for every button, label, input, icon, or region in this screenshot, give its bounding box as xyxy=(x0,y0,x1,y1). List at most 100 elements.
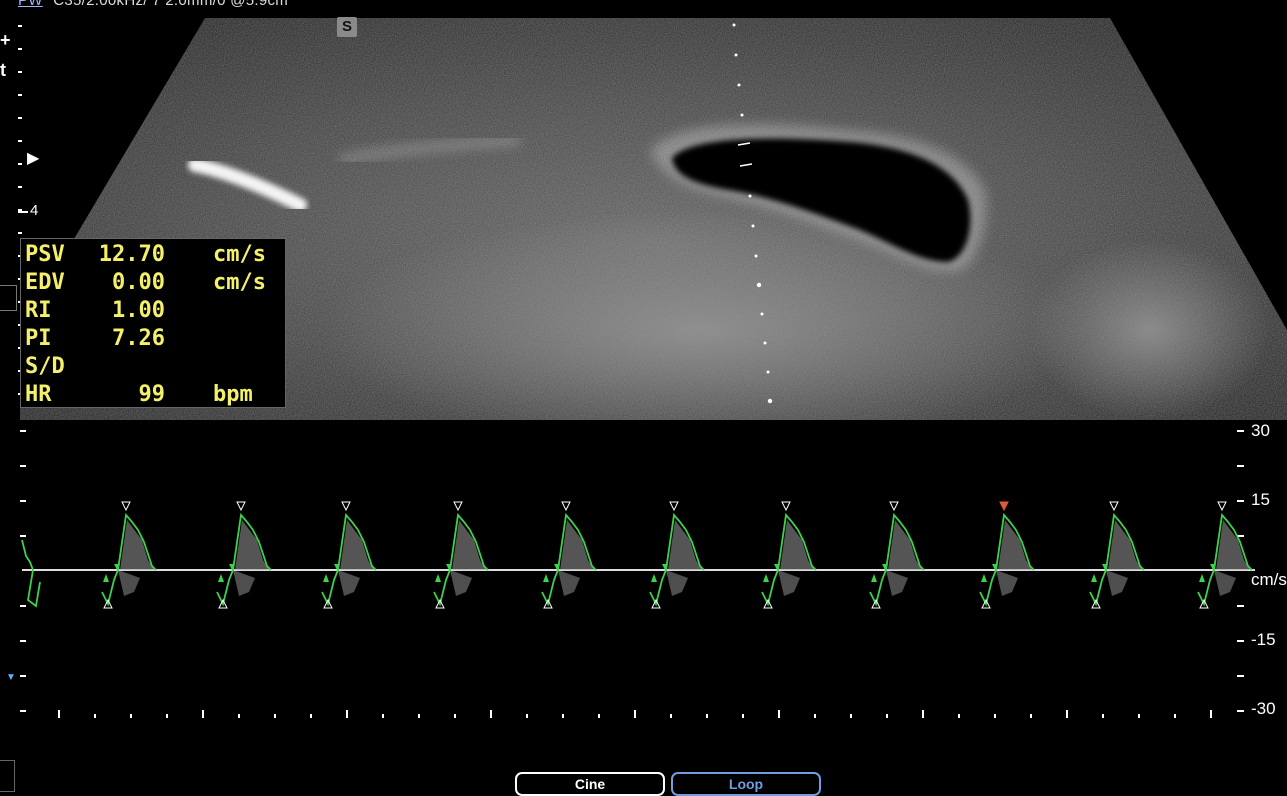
measurement-row: RI 1.00 xyxy=(25,297,285,325)
spectral-fill xyxy=(886,570,908,596)
time-tick xyxy=(1030,714,1032,718)
doppler-tick-marks: ▼ xyxy=(6,430,1244,718)
steer-marker: S xyxy=(337,17,357,37)
right-axis-tick xyxy=(1237,500,1244,502)
doppler-spectrum: ▼ xyxy=(6,430,1255,718)
measurement-unit: cm/s xyxy=(213,242,266,267)
ed-marker-icon xyxy=(103,574,109,582)
left-axis-tick xyxy=(20,605,26,607)
time-tick xyxy=(382,714,384,718)
time-tick xyxy=(1210,710,1212,718)
peak-marker-icon xyxy=(1217,501,1227,512)
ed-marker-icon xyxy=(1091,574,1097,582)
time-tick xyxy=(130,714,132,718)
measurement-unit: bpm xyxy=(213,382,253,407)
spectral-fill xyxy=(450,570,472,596)
peak-marker-icon xyxy=(236,501,246,512)
depth-tick xyxy=(18,186,22,188)
ed-marker-icon xyxy=(323,574,329,582)
measurement-row: PI 7.26 xyxy=(25,325,285,353)
t-glyph: t xyxy=(0,60,6,80)
peak-marker-icon xyxy=(889,501,899,512)
time-tick xyxy=(1102,714,1104,718)
depth-tick xyxy=(18,48,22,50)
plus-glyph: + xyxy=(0,30,11,50)
ed-marker-icon xyxy=(435,574,441,582)
measurement-unit: cm/s xyxy=(213,270,266,295)
measurement-label: PI xyxy=(25,326,52,351)
time-tick xyxy=(922,710,924,718)
peak-marker-icon xyxy=(341,501,351,512)
scale-label-neg30: -30 xyxy=(1251,699,1276,718)
time-tick xyxy=(814,714,816,718)
left-axis-tick xyxy=(20,640,26,642)
scale-unit: cm/s xyxy=(1251,570,1287,589)
depth-tick xyxy=(18,140,22,142)
ed-marker-icon xyxy=(981,574,987,582)
time-tick xyxy=(166,714,168,718)
doppler-envelope xyxy=(21,539,41,608)
ed-marker-icon xyxy=(651,574,657,582)
left-axis-tick xyxy=(20,500,26,502)
peak-marker-icon xyxy=(453,501,463,512)
depth-label: 4 xyxy=(30,202,39,219)
spectral-fill xyxy=(1214,570,1236,596)
time-tick xyxy=(778,710,780,718)
right-axis-tick xyxy=(1237,465,1244,467)
measurement-row: HR 99 bpm xyxy=(25,381,285,409)
measurement-label: RI xyxy=(25,298,52,323)
time-tick xyxy=(58,710,60,718)
measurement-row: EDV 0.00 cm/s xyxy=(25,269,285,297)
time-tick xyxy=(490,710,492,718)
time-tick xyxy=(526,714,528,718)
time-tick xyxy=(1138,714,1140,718)
time-tick xyxy=(886,714,888,718)
time-tick xyxy=(346,710,348,718)
right-axis-tick xyxy=(1237,605,1244,607)
peak-marker-icon xyxy=(999,501,1009,512)
ed-marker-icon xyxy=(543,574,549,582)
scale-label-neg15: -15 xyxy=(1251,630,1276,649)
measurement-value: 7.26 xyxy=(112,326,165,351)
ed-marker-icon xyxy=(218,574,224,582)
depth-tick xyxy=(18,163,22,165)
loop-button[interactable]: Loop xyxy=(671,772,821,796)
spectral-fill xyxy=(558,570,580,596)
left-axis-tick xyxy=(20,465,26,467)
spectral-fill xyxy=(338,570,360,596)
side-indicator xyxy=(0,285,17,311)
cine-button[interactable]: Cine xyxy=(515,772,665,796)
depth-major-tick xyxy=(18,211,28,213)
right-axis-tick xyxy=(1237,640,1244,642)
measurement-value: 12.70 xyxy=(98,242,165,267)
left-axis-tick xyxy=(20,430,26,432)
measurement-row: PSV 12.70 cm/s xyxy=(25,241,285,269)
depth-tick xyxy=(18,25,22,27)
focus-marker-icon[interactable]: ▶ xyxy=(27,148,39,168)
time-tick xyxy=(1066,710,1068,718)
ed-marker-icon xyxy=(871,574,877,582)
spectral-fill xyxy=(233,570,255,596)
time-tick xyxy=(958,714,960,718)
time-tick xyxy=(274,714,276,718)
measurement-label: PSV xyxy=(25,242,65,267)
spectral-fill xyxy=(666,570,688,596)
measurement-value: 99 xyxy=(138,382,166,407)
depth-tick xyxy=(18,94,22,96)
measurement-value: 1.00 xyxy=(112,298,165,323)
measurement-value: 0.00 xyxy=(112,270,165,295)
ed-marker-icon xyxy=(1199,574,1205,582)
spectral-fill xyxy=(996,570,1018,596)
spectral-fill xyxy=(1106,570,1128,596)
time-tick xyxy=(94,714,96,718)
depth-tick xyxy=(18,232,22,234)
scale-label-30: 30 xyxy=(1251,421,1270,440)
corner-indicator xyxy=(0,760,15,792)
left-axis-tick xyxy=(20,675,26,677)
measurement-label: S/D xyxy=(25,354,65,379)
doppler-waveforms xyxy=(21,501,1253,609)
measurement-row: S/D xyxy=(25,353,285,381)
measurement-label: HR xyxy=(25,382,52,407)
spectral-fill xyxy=(118,570,140,596)
right-axis-tick xyxy=(1237,675,1244,677)
